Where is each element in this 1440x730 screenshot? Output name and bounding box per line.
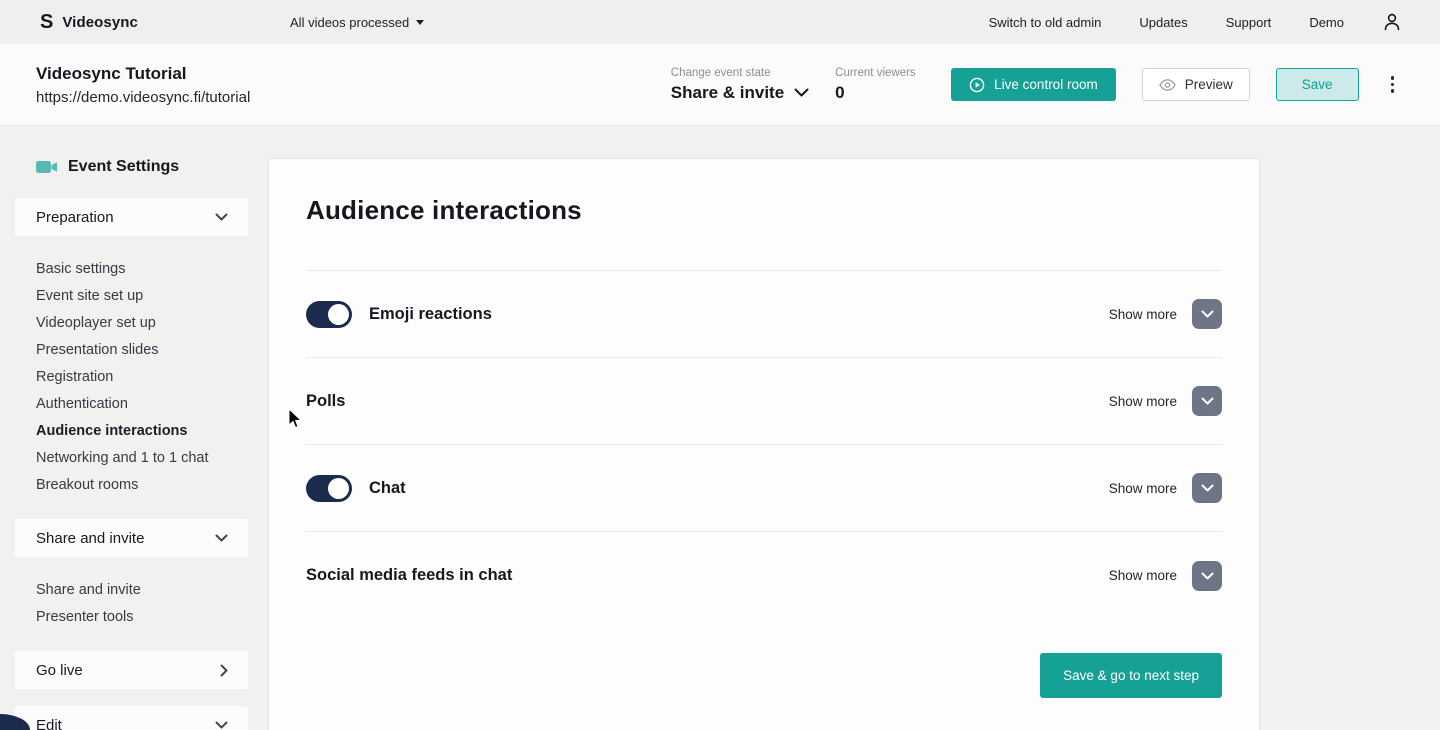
- page-title: Audience interactions: [306, 195, 582, 225]
- play-circle-icon: [969, 77, 985, 92]
- show-more-link[interactable]: Show more: [1109, 481, 1177, 496]
- video-camera-icon: [36, 161, 57, 173]
- sidebar-section-preparation[interactable]: Preparation: [15, 198, 248, 236]
- social-media-feeds-row: Social media feeds in chat Show more: [306, 532, 1222, 619]
- expand-emoji-reactions-button[interactable]: [1192, 299, 1222, 329]
- sidebar-item-breakout-rooms[interactable]: Breakout rooms: [36, 472, 248, 499]
- audience-interactions-panel: Audience interactions Emoji reactions Sh…: [268, 158, 1260, 730]
- event-settings-header: Event Settings: [15, 158, 248, 176]
- updates-link[interactable]: Updates: [1139, 15, 1187, 30]
- chat-toggle[interactable]: [306, 474, 352, 502]
- settings-sidebar: Event Settings Preparation Basic setting…: [15, 126, 248, 730]
- preparation-items: Basic settings Event site set up Videopl…: [36, 256, 248, 499]
- emoji-reactions-label: Emoji reactions: [369, 304, 492, 323]
- social-media-feeds-label: Social media feeds in chat: [306, 566, 513, 584]
- event-state-block: Change event state Share & invite: [671, 67, 809, 103]
- sidebar-section-share-and-invite[interactable]: Share and invite: [15, 519, 248, 557]
- emoji-reactions-row: Emoji reactions Show more: [306, 271, 1222, 358]
- chevron-down-icon: [1201, 310, 1213, 318]
- chat-label: Chat: [369, 478, 406, 497]
- switch-to-old-admin-link[interactable]: Switch to old admin: [989, 15, 1102, 30]
- event-state-dropdown[interactable]: Share & invite: [671, 83, 809, 103]
- sidebar-section-go-live[interactable]: Go live: [15, 651, 248, 689]
- videosync-logo[interactable]: S Videosync: [40, 12, 138, 32]
- all-videos-processed-label: All videos processed: [290, 14, 410, 30]
- current-viewers-label: Current viewers: [835, 66, 916, 79]
- polls-label: Polls: [306, 391, 346, 410]
- chevron-down-icon: [1201, 572, 1213, 579]
- demo-link[interactable]: Demo: [1309, 15, 1344, 30]
- sidebar-item-presenter-tools[interactable]: Presenter tools: [36, 604, 248, 631]
- current-viewers-block: Current viewers 0: [835, 67, 925, 103]
- user-account-icon[interactable]: [1382, 12, 1402, 32]
- preview-button[interactable]: Preview: [1141, 68, 1250, 101]
- sidebar-item-event-site-set-up[interactable]: Event site set up: [36, 283, 248, 310]
- expand-social-media-button[interactable]: [1192, 560, 1222, 591]
- event-state-label: Change event state: [670, 66, 771, 79]
- emoji-reactions-toggle[interactable]: [306, 300, 352, 328]
- expand-chat-button[interactable]: [1192, 473, 1222, 503]
- more-options-menu[interactable]: [1385, 72, 1401, 97]
- sidebar-item-share-and-invite[interactable]: Share and invite: [36, 577, 248, 604]
- sidebar-item-networking-1to1-chat[interactable]: Networking and 1 to 1 chat: [36, 445, 248, 472]
- chevron-down-icon: [215, 213, 228, 221]
- sidebar-item-basic-settings[interactable]: Basic settings: [36, 256, 248, 283]
- event-title: Videosync Tutorial: [36, 63, 187, 83]
- sidebar-item-videoplayer-set-up[interactable]: Videoplayer set up: [36, 310, 248, 337]
- chat-row: Chat Show more: [306, 445, 1222, 532]
- logo-text: Videosync: [62, 13, 139, 31]
- event-settings-title: Event Settings: [68, 158, 180, 175]
- show-more-link[interactable]: Show more: [1109, 394, 1177, 409]
- all-videos-processed-dropdown[interactable]: All videos processed: [290, 14, 425, 30]
- support-link[interactable]: Support: [1226, 15, 1272, 30]
- share-invite-items: Share and invite Presenter tools: [36, 577, 248, 631]
- polls-row: Polls Show more: [306, 358, 1222, 445]
- sidebar-item-audience-interactions[interactable]: Audience interactions: [36, 418, 248, 445]
- chevron-right-icon: [220, 664, 228, 676]
- event-header: Videosync Tutorial https://demo.videosyn…: [0, 44, 1440, 126]
- sidebar-item-authentication[interactable]: Authentication: [36, 391, 248, 418]
- sidebar-item-registration[interactable]: Registration: [36, 364, 248, 391]
- s-logo-icon: S: [40, 11, 54, 33]
- expand-polls-button[interactable]: [1192, 386, 1222, 416]
- chevron-down-icon: [215, 721, 228, 729]
- sidebar-section-edit[interactable]: Edit: [15, 706, 248, 730]
- current-viewers-count: 0: [835, 82, 845, 102]
- eye-icon: [1158, 78, 1176, 91]
- show-more-link[interactable]: Show more: [1109, 568, 1177, 583]
- chevron-down-icon: [1201, 397, 1213, 405]
- show-more-link[interactable]: Show more: [1109, 307, 1177, 322]
- live-control-room-button[interactable]: Live control room: [951, 68, 1116, 101]
- chevron-down-icon: [215, 534, 228, 542]
- caret-down-icon: [416, 19, 425, 25]
- chevron-down-icon: [1201, 484, 1213, 492]
- event-url[interactable]: https://demo.videosync.fi/tutorial: [36, 89, 250, 106]
- save-button[interactable]: Save: [1275, 68, 1359, 101]
- top-bar: S Videosync All videos processed Switch …: [0, 0, 1440, 44]
- save-and-next-step-button[interactable]: Save & go to next step: [1040, 653, 1222, 698]
- sidebar-item-presentation-slides[interactable]: Presentation slides: [36, 337, 248, 364]
- chevron-down-icon: [794, 88, 809, 97]
